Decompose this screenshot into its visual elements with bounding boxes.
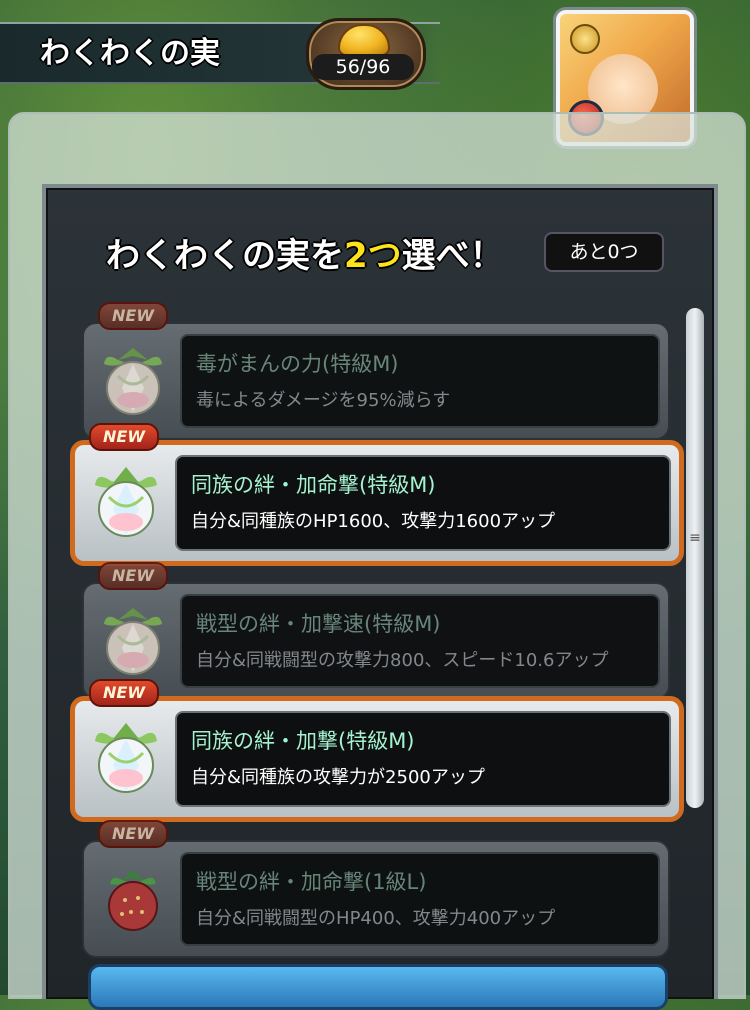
scroll-grip-icon[interactable]: ≡ xyxy=(688,531,702,562)
fruit-name: 同族の絆・加撃(特級M) xyxy=(191,729,415,753)
fruit-description: 自分&同種族のHP1600、攻撃力1600アップ xyxy=(191,511,556,532)
fruit-card-2[interactable]: NEW 同族の絆・加命撃(特級M) 自分&同種族のHP1600、攻撃力1600ア… xyxy=(70,423,684,566)
card-info: 同族の絆・加撃(特級M) 自分&同種族の攻撃力が2500アップ xyxy=(175,711,671,807)
card-info: 毒がまんの力(特級M) 毒によるダメージを95%減らす xyxy=(180,334,660,428)
card-info: 戦型の絆・加撃速(特級M) 自分&同戦闘型の攻撃力800、スピード10.6アップ xyxy=(180,594,660,688)
bottom-action-button[interactable] xyxy=(88,964,668,1010)
element-badge-icon xyxy=(570,24,600,54)
selection-heading: わくわくの実を2つ選べ！ xyxy=(106,228,504,277)
fruit-name: 毒がまんの力(特級M) xyxy=(196,352,399,376)
fruit-description: 自分&同種族の攻撃力が2500アップ xyxy=(191,767,485,788)
lotus-egg-fruit-icon xyxy=(91,719,161,795)
fruit-counter-value: 56/96 xyxy=(312,54,414,80)
fruit-card-5[interactable]: NEW 戦型の絆・加命撃(1級L) 自分&同戦闘型のHP400、攻撃力400アッ… xyxy=(82,820,670,958)
new-badge: NEW xyxy=(98,302,168,330)
new-badge: NEW xyxy=(89,679,159,707)
fruit-card-4[interactable]: NEW 同族の絆・加撃(特級M) 自分&同種族の攻撃力が2500アップ xyxy=(70,679,684,822)
fruit-description: 自分&同戦闘型の攻撃力800、スピード10.6アップ xyxy=(196,650,609,671)
lotus-egg-fruit-icon xyxy=(98,342,168,418)
fruit-description: 自分&同戦闘型のHP400、攻撃力400アップ xyxy=(196,908,556,929)
lotus-egg-fruit-icon xyxy=(91,463,161,539)
fruit-name: 戦型の絆・加撃速(特級M) xyxy=(196,612,441,636)
heading-prefix: わくわくの実を xyxy=(106,236,344,276)
new-badge: NEW xyxy=(89,423,159,451)
card-info: 同族の絆・加命撃(特級M) 自分&同種族のHP1600、攻撃力1600アップ xyxy=(175,455,671,551)
screen-title: わくわくの実 xyxy=(40,36,220,71)
heading-suffix: 選べ！ xyxy=(401,236,504,276)
fruit-card-3[interactable]: NEW 戦型の絆・加撃速(特級M) 自分&同戦闘型の攻撃力800、スピード10.… xyxy=(82,562,670,700)
fruit-name: 同族の絆・加命撃(特級M) xyxy=(191,473,436,497)
remaining-count-badge: あと0つ xyxy=(544,232,664,272)
new-badge: NEW xyxy=(98,820,168,848)
strawberry-fruit-icon xyxy=(98,860,168,936)
lotus-egg-fruit-icon xyxy=(98,602,168,678)
heading-count: 2つ xyxy=(344,236,402,276)
fruit-description: 毒によるダメージを95%減らす xyxy=(196,390,451,411)
new-badge: NEW xyxy=(98,562,168,590)
fruit-name: 戦型の絆・加命撃(1級L) xyxy=(196,870,427,894)
fruit-card-1[interactable]: NEW 毒がまんの力(特級M) 毒によるダメージを95%減らす xyxy=(82,302,670,440)
card-info: 戦型の絆・加命撃(1級L) 自分&同戦闘型のHP400、攻撃力400アップ xyxy=(180,852,660,946)
